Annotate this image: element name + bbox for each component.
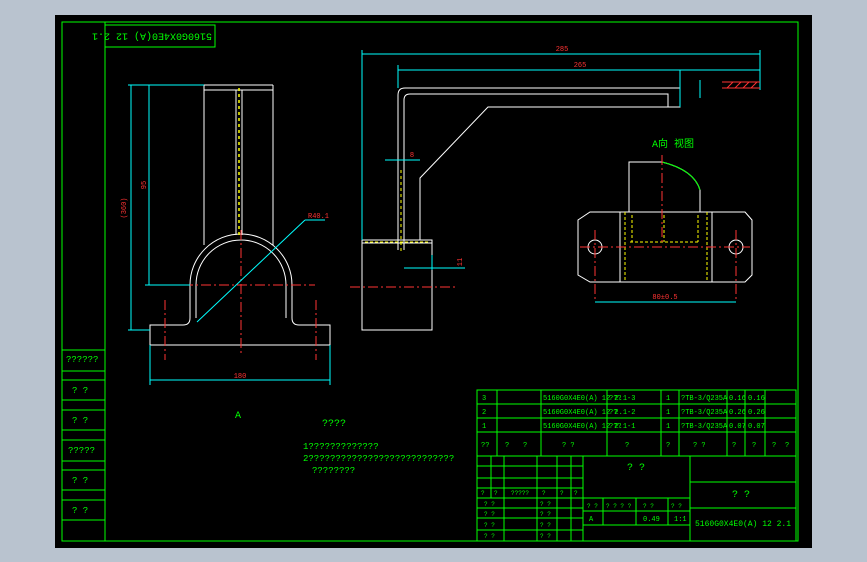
dim-base-width: 180 xyxy=(234,373,247,381)
stage-header-1: ? ? xyxy=(587,503,598,510)
bom-row-3-name: ??? xyxy=(609,395,622,403)
bom-header-3: ? xyxy=(523,442,527,450)
dim-leg-width: 8 xyxy=(410,152,414,160)
bom-row-2-name: ?? xyxy=(609,409,617,417)
top-drawing-number: 5160G0X4E0(A) 12 2.1 xyxy=(92,29,212,41)
scale-value: 1:1 xyxy=(674,516,687,524)
dim-hole-spacing: 80±0.5 xyxy=(652,294,677,302)
rev-label-2: ? xyxy=(494,490,498,497)
bom-row-3-w1: 0.16 xyxy=(729,395,746,403)
stage-header-4: ? ? xyxy=(671,503,682,510)
bom-row-3-w2: 0.16 xyxy=(748,395,765,403)
rev-label-6: ? xyxy=(574,490,578,497)
stage-header-3: ? ? xyxy=(643,503,654,510)
sign-label-7: ? ? xyxy=(540,522,551,529)
left-label-1: ?????? xyxy=(66,355,98,365)
sign-label-3: ? ? xyxy=(484,522,495,529)
bom-row-2-no: 2 xyxy=(482,409,486,417)
weight-value: 0.49 xyxy=(643,516,660,524)
cad-drawing: 5160G0X4E0(A) 12 2.1 ?????? ? ? ? ? ????… xyxy=(55,15,812,548)
rev-label-4: ? xyxy=(542,490,546,497)
note-line-1: 1????????????? xyxy=(303,442,379,452)
rev-label-3: ????? xyxy=(511,490,529,497)
bom-row-2-qty: 1 xyxy=(666,409,670,417)
bom-header-8: ? xyxy=(732,442,736,450)
drawing-number: 5160G0X4E0(A) 12 2.1 xyxy=(695,520,791,529)
dim-radius: R40.1 xyxy=(308,213,329,221)
bom-row-1-w2: 0.07 xyxy=(748,423,765,431)
dim-overall-width: 285 xyxy=(556,46,569,54)
bom-header-6: ? xyxy=(666,442,670,450)
aux-view-label: A向 视图 xyxy=(652,137,694,151)
bom-row-3-qty: 1 xyxy=(666,395,670,403)
rev-label-5: ? xyxy=(560,490,564,497)
sign-label-1: ? ? xyxy=(484,501,495,508)
company-name: ? ? xyxy=(732,490,750,501)
bom-row-1-name: ??? xyxy=(609,423,622,431)
bom-header-7: ? ? xyxy=(693,442,706,450)
bom-row-2-w1: 0.26 xyxy=(729,409,746,417)
bom-row-3-no: 3 xyxy=(482,395,486,403)
dim-bottom-gap: 11 xyxy=(457,258,465,266)
note-line-3: ???????? xyxy=(312,466,355,476)
bom-header-2: ? xyxy=(505,442,509,450)
left-label-6: ? ? xyxy=(72,506,88,516)
bom-header-10: ? xyxy=(772,442,776,450)
bom-header-11: ? xyxy=(785,442,789,450)
left-label-4: ????? xyxy=(68,446,95,456)
dim-inner-width: 265 xyxy=(574,62,587,70)
bom-row-3-material: ?TB-3/Q235A xyxy=(681,395,728,403)
rev-label-1: ? xyxy=(481,490,485,497)
dim-height-total: (360) xyxy=(121,197,129,218)
bom-header-9: ? xyxy=(752,442,756,450)
notes-heading: ???? xyxy=(322,419,346,430)
note-line-2: 2??????????????????????????? xyxy=(303,454,454,464)
front-view-label: A xyxy=(235,411,241,422)
bom-row-2-w2: 0.26 xyxy=(748,409,765,417)
bom-row-1-no: 1 xyxy=(482,423,486,431)
bom-row-1-material: ?TB-3/Q235A xyxy=(681,423,728,431)
stage-header-2: ? ? ? ? xyxy=(606,503,632,510)
sign-label-8: ? ? xyxy=(540,533,551,540)
dim-height-inner: 95 xyxy=(141,181,149,189)
bom-header-4: ? ? xyxy=(562,442,575,450)
bom-header-5: ? xyxy=(625,442,629,450)
part-name: ? ? xyxy=(627,463,645,474)
bom-row-1-w1: 0.07 xyxy=(729,423,746,431)
sign-label-4: ? ? xyxy=(484,533,495,540)
left-label-2: ? ? xyxy=(72,386,88,396)
sign-label-6: ? ? xyxy=(540,511,551,518)
left-label-5: ? ? xyxy=(72,476,88,486)
bom-row-1-qty: 1 xyxy=(666,423,670,431)
bom-row-2-material: ?TB-3/Q235A xyxy=(681,409,728,417)
sign-label-2: ? ? xyxy=(484,511,495,518)
bom-header-1: ?? xyxy=(481,442,489,450)
bom-row-2-code: 5160G0X4E0(A) 12 2.1-2 xyxy=(543,409,635,417)
left-label-3: ? ? xyxy=(72,416,88,426)
sign-label-5: ? ? xyxy=(540,501,551,508)
